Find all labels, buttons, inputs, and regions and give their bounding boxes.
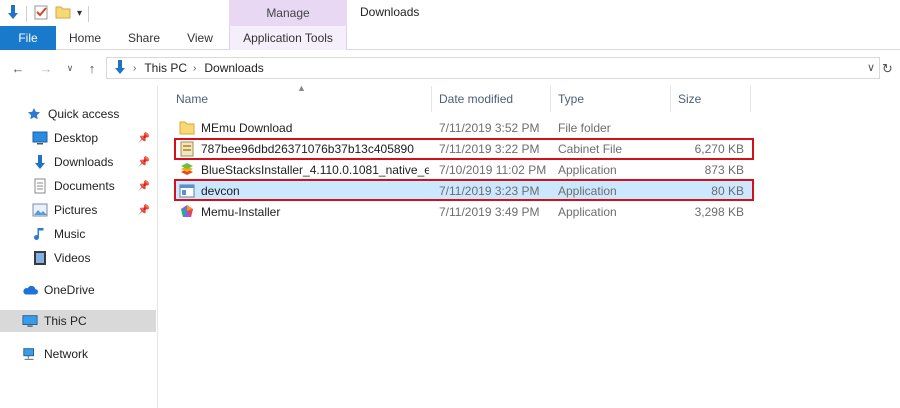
sidebar-item-onedrive[interactable]: OneDrive — [0, 279, 156, 301]
sidebar-item-downloads[interactable]: Downloads 📌 — [0, 151, 156, 173]
star-icon — [26, 106, 42, 122]
memu-icon — [179, 204, 195, 220]
file-type: Application — [558, 204, 617, 219]
column-header-name[interactable]: Name — [168, 86, 431, 112]
download-arrow-icon — [32, 154, 48, 170]
title-bar: ▾ Manage Downloads — [0, 0, 900, 26]
sidebar-item-quick-access[interactable]: Quick access — [0, 103, 156, 125]
tab-application-tools[interactable]: Application Tools — [229, 26, 347, 50]
column-divider[interactable] — [750, 86, 751, 112]
file-date: 7/11/2019 3:49 PM — [439, 204, 540, 219]
download-arrow-icon[interactable] — [6, 4, 20, 23]
music-note-icon — [32, 226, 48, 242]
column-header-date-modified[interactable]: Date modified — [431, 86, 550, 112]
tab-share[interactable]: Share — [114, 26, 174, 50]
file-type: Application — [558, 162, 617, 177]
file-name: Memu-Installer — [201, 204, 281, 219]
download-arrow-icon — [113, 59, 127, 78]
ribbon-tabs: File Home Share View Application Tools — [0, 26, 900, 50]
column-header-type[interactable]: Type — [550, 86, 670, 112]
breadcrumb-downloads[interactable]: Downloads — [204, 61, 263, 75]
sidebar-item-label: Network — [44, 347, 89, 361]
sidebar-item-label: This PC — [44, 314, 87, 328]
sidebar-item-desktop[interactable]: Desktop 📌 — [0, 127, 156, 149]
sidebar-item-label: Music — [54, 227, 86, 241]
up-arrow-icon: ↑ — [88, 60, 96, 76]
file-size: 873 KB — [704, 162, 744, 177]
highlight-box-devcon — [174, 179, 754, 201]
window-title: Downloads — [360, 5, 420, 19]
documents-icon — [32, 178, 48, 194]
chevron-right-icon[interactable]: › — [193, 63, 196, 74]
navigation-pane: Quick access Desktop 📌 Downloads 📌 Docum… — [0, 86, 158, 408]
customize-toolbar-chevron-icon[interactable]: ▾ — [77, 8, 82, 19]
sidebar-item-label: Pictures — [54, 203, 98, 217]
file-name: BlueStacksInstaller_4.110.0.1081_native_… — [201, 162, 429, 177]
file-list: ▲ Name Date modified Type Size MEmu Down… — [168, 83, 900, 408]
sidebar-item-label: Quick access — [48, 107, 120, 121]
recent-locations-button[interactable]: ∨ — [62, 60, 78, 76]
sidebar-item-pictures[interactable]: Pictures 📌 — [0, 199, 156, 221]
sidebar-item-label: Videos — [54, 251, 91, 265]
list-item-memu-installer[interactable]: Memu-Installer 7/11/2019 3:49 PM Applica… — [176, 201, 754, 222]
videos-icon — [32, 250, 48, 266]
sidebar-item-label: Desktop — [54, 131, 99, 145]
forward-arrow-icon: → — [39, 60, 53, 76]
pin-icon[interactable]: 📌 — [138, 133, 150, 144]
desktop-icon — [32, 130, 48, 146]
tab-home[interactable]: Home — [56, 26, 114, 50]
file-size: 3,298 KB — [694, 204, 744, 219]
file-date: 7/11/2019 3:52 PM — [439, 120, 540, 135]
sidebar-item-network[interactable]: Network — [0, 343, 156, 365]
pin-icon[interactable]: 📌 — [138, 205, 150, 216]
address-bar[interactable]: › This PC › Downloads ∨ — [106, 57, 880, 79]
breadcrumb-this-pc[interactable]: This PC — [144, 61, 187, 75]
pin-icon[interactable]: 📌 — [138, 181, 150, 192]
file-name: MEmu Download — [201, 120, 293, 135]
chevron-down-icon: ∨ — [66, 62, 74, 73]
back-button[interactable]: ← — [10, 60, 26, 76]
list-item-memu-download[interactable]: MEmu Download 7/11/2019 3:52 PM File fol… — [176, 117, 754, 138]
sidebar-item-this-pc[interactable]: This PC — [0, 310, 156, 332]
sidebar-item-documents[interactable]: Documents 📌 — [0, 175, 156, 197]
sidebar-item-label: Documents — [54, 179, 115, 193]
up-button[interactable]: ↑ — [84, 60, 100, 76]
sidebar-item-label: OneDrive — [44, 283, 95, 297]
bluestacks-icon — [179, 162, 195, 178]
pin-icon[interactable]: 📌 — [138, 157, 150, 168]
manage-context-group: Manage — [229, 0, 347, 26]
pictures-icon — [32, 202, 48, 218]
forward-button[interactable]: → — [38, 60, 54, 76]
cloud-icon — [22, 282, 38, 298]
toolbar-divider — [88, 5, 90, 22]
column-header-size[interactable]: Size — [670, 86, 750, 112]
toolbar-divider — [26, 5, 27, 22]
sidebar-item-music[interactable]: Music — [0, 223, 156, 245]
chevron-right-icon[interactable]: › — [133, 63, 136, 74]
quick-access-toolbar: ▾ — [6, 4, 90, 23]
file-date: 7/10/2019 11:02 PM — [439, 162, 547, 177]
properties-icon[interactable] — [33, 4, 49, 23]
file-type: File folder — [558, 120, 611, 135]
network-icon — [22, 346, 38, 362]
address-row: ← → ∨ ↑ › This PC › Downloads ∨ ↻ — [0, 54, 900, 82]
sidebar-item-videos[interactable]: Videos — [0, 247, 156, 269]
tab-view[interactable]: View — [174, 26, 226, 50]
list-item-bluestacks-installer[interactable]: BlueStacksInstaller_4.110.0.1081_native_… — [176, 159, 754, 180]
refresh-icon[interactable]: ↻ — [882, 61, 896, 76]
computer-icon — [22, 313, 38, 329]
sidebar-item-label: Downloads — [54, 155, 114, 169]
new-folder-icon[interactable] — [55, 4, 71, 23]
tab-file[interactable]: File — [0, 26, 56, 50]
folder-icon — [179, 120, 195, 136]
back-arrow-icon: ← — [11, 60, 25, 76]
highlight-box-cabinet-file — [174, 138, 754, 160]
address-dropdown-icon[interactable]: ∨ — [867, 61, 875, 74]
